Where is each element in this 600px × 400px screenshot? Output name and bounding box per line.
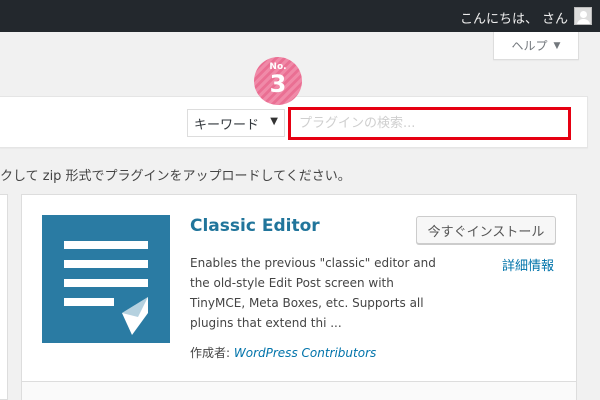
search-type-value: キーワード: [194, 117, 260, 133]
plugin-search-input[interactable]: [288, 107, 571, 140]
plugin-card-footer: [22, 381, 576, 400]
author-link[interactable]: WordPress Contributors: [234, 346, 376, 360]
author-label: 作成者:: [190, 346, 231, 360]
caret-down-icon: ▼: [553, 40, 561, 51]
select-arrow-icon: ▼: [270, 116, 278, 127]
avatar-icon[interactable]: [574, 7, 592, 25]
install-now-button[interactable]: 今すぐインストール: [416, 216, 556, 244]
previous-plugin-card: [0, 194, 8, 400]
search-filter-bar: キーワード ▼: [0, 96, 588, 148]
step-number: 3: [269, 70, 287, 98]
step-number-badge: No. 3: [254, 57, 302, 105]
help-tab-button[interactable]: ヘルプ ▼: [493, 32, 579, 60]
account-name[interactable]: さん: [542, 8, 568, 27]
admin-bar: こんにちは、 さん: [0, 0, 600, 32]
help-label: ヘルプ: [511, 39, 548, 53]
upload-instructions: クして zip 形式でプラグインをアップロードしてください。: [0, 169, 351, 184]
more-details-link[interactable]: 詳細情報: [502, 255, 554, 274]
plugin-description: Enables the previous "classic" editor an…: [190, 256, 436, 330]
plugin-title-link[interactable]: Classic Editor: [190, 216, 320, 236]
plugin-author: 作成者: WordPress Contributors: [190, 344, 376, 361]
plugin-document-icon[interactable]: [42, 215, 170, 343]
search-type-select[interactable]: キーワード ▼: [187, 109, 285, 137]
greeting-text: こんにちは、: [459, 12, 538, 27]
plugin-card: Classic Editor 今すぐインストール 詳細情報 Enables th…: [21, 194, 577, 400]
